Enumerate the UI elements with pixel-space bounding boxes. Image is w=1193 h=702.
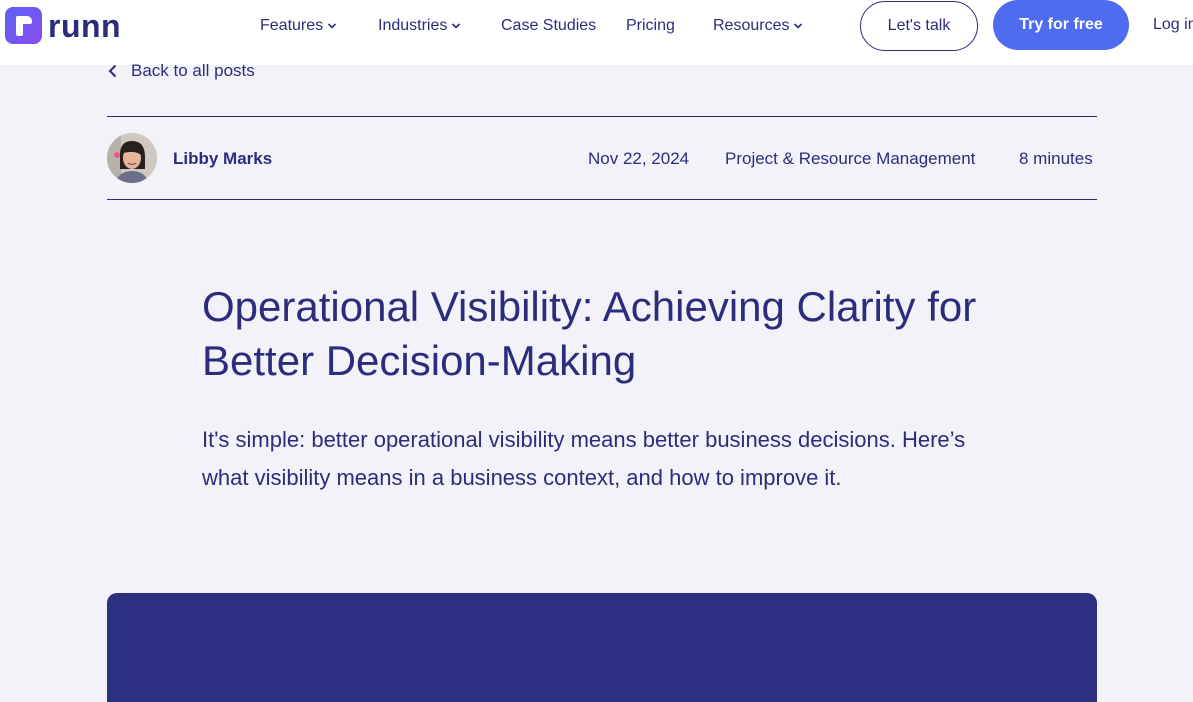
try-for-free-button[interactable]: Try for free bbox=[993, 0, 1129, 50]
author-avatar bbox=[107, 133, 157, 183]
nav-item-case-studies[interactable]: Case Studies bbox=[501, 16, 596, 36]
nav-item-label: Industries bbox=[378, 17, 448, 34]
nav-item-label: Features bbox=[260, 17, 324, 34]
nav-item-industries[interactable]: Industries bbox=[378, 16, 461, 36]
nav-item-resources[interactable]: Resources bbox=[713, 16, 803, 36]
chevron-left-icon bbox=[108, 64, 117, 78]
post-title: Operational Visibility: Achieving Clarit… bbox=[202, 283, 977, 384]
brand-name: runn bbox=[48, 7, 122, 44]
runn-logo[interactable]: runn bbox=[5, 7, 121, 44]
chevron-down-icon bbox=[328, 23, 337, 29]
post-category[interactable]: Project & Resource Management bbox=[725, 149, 975, 169]
post-date: Nov 22, 2024 bbox=[588, 149, 690, 168]
back-link-label: Back to all posts bbox=[131, 61, 255, 80]
nav-item-label: Case Studies bbox=[501, 17, 597, 34]
author-photo bbox=[107, 133, 157, 183]
divider bbox=[107, 199, 1097, 200]
nav-item-pricing[interactable]: Pricing bbox=[626, 16, 675, 36]
read-time: 8 minutes bbox=[1019, 149, 1093, 168]
runn-logo-icon bbox=[5, 7, 42, 44]
chevron-down-icon bbox=[794, 23, 803, 29]
back-to-posts-link[interactable]: Back to all posts bbox=[107, 60, 255, 82]
chevron-down-icon bbox=[452, 23, 461, 29]
author-name[interactable]: Libby Marks bbox=[173, 149, 272, 169]
nav-item-label: Pricing bbox=[626, 17, 675, 34]
nav-item-label: Resources bbox=[713, 17, 790, 34]
nav-item-features[interactable]: Features bbox=[260, 16, 337, 36]
divider bbox=[107, 116, 1097, 117]
lets-talk-button[interactable]: Let's talk bbox=[860, 1, 978, 51]
post-subtitle: It's simple: better operational visibili… bbox=[202, 427, 966, 490]
login-link[interactable]: Log in bbox=[1153, 16, 1193, 34]
hero-image bbox=[107, 593, 1097, 702]
top-navbar: runn Features Industries Case Studies Pr… bbox=[0, 0, 1193, 65]
